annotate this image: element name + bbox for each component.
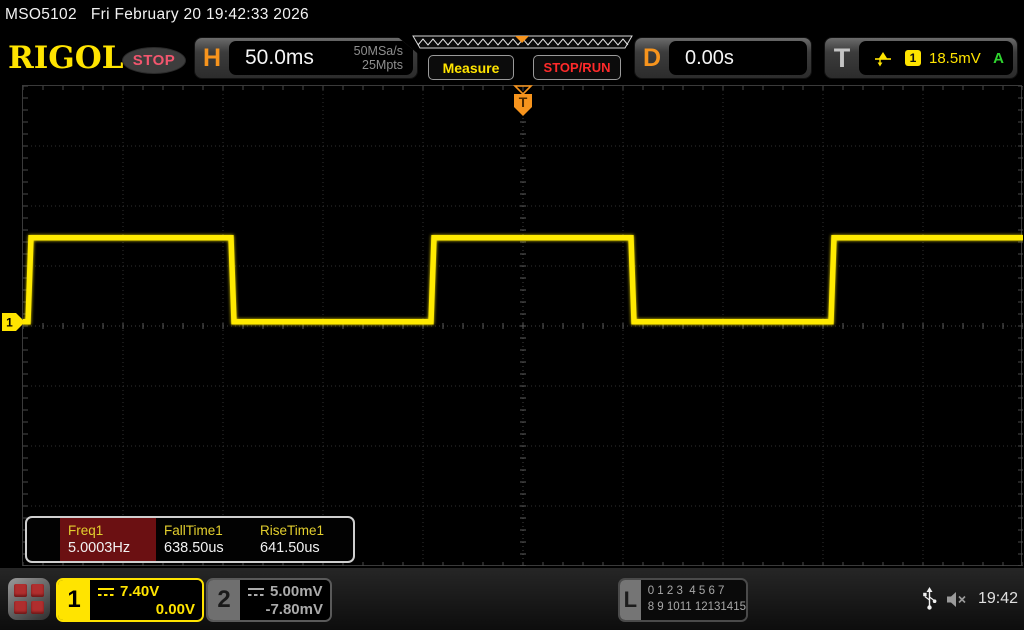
dc-coupling-icon xyxy=(98,587,114,596)
stop-run-button[interactable]: STOP/RUN xyxy=(533,55,621,80)
trigger-mode: A xyxy=(993,49,1004,67)
top-info-bar: MSO5102 Fri February 20 19:42:33 2026 xyxy=(0,0,1024,30)
model-name: MSO5102 xyxy=(5,6,77,23)
bottom-status-bar: 1 7.40V 0.00V 2 5.00mV -7.80mV L 0 1 2 3… xyxy=(0,568,1024,630)
channel1-offset-marker[interactable]: 1 xyxy=(2,313,26,331)
delay-label: D xyxy=(642,43,662,72)
memory-depth: 25Mpts xyxy=(362,58,403,72)
logic-channels-row2: 8 9 1011 12131415 xyxy=(647,600,746,613)
measure-button[interactable]: Measure xyxy=(428,55,514,80)
trigger-label: T xyxy=(833,42,851,73)
measurement-value: 638.50us xyxy=(164,540,224,556)
horizontal-panel[interactable]: H 50.0ms 50MSa/s 25Mpts xyxy=(194,37,418,79)
trigger-position-marker[interactable]: T xyxy=(510,85,538,121)
measurement-label: RiseTime1 xyxy=(260,523,325,538)
acquisition-info: 50MSa/s 25Mpts xyxy=(354,44,403,73)
clock-text: 19:42 xyxy=(977,590,1018,607)
delay-value: 0.00s xyxy=(685,46,734,69)
speaker-muted-icon[interactable] xyxy=(946,591,967,608)
channel1-offset: 0.00V xyxy=(155,601,195,618)
waveform-plot xyxy=(23,86,1023,566)
measurement-value: 5.0003Hz xyxy=(68,540,131,556)
channel2-number: 2 xyxy=(208,580,240,620)
four-squares-icon xyxy=(14,584,44,614)
rigol-logo: RIGOL xyxy=(8,40,124,76)
menu-grid-icon[interactable] xyxy=(8,578,50,620)
horizontal-label: H xyxy=(202,43,222,72)
sample-rate: 50MSa/s xyxy=(353,43,403,58)
svg-text:T: T xyxy=(519,94,528,110)
trigger-panel[interactable]: T 1 18.5mV A xyxy=(824,37,1018,79)
delay-panel[interactable]: D 0.00s xyxy=(634,37,812,79)
measurement-falltime1[interactable]: FallTime1 638.50us xyxy=(156,518,252,561)
channel1-scale: 7.40V xyxy=(120,583,160,600)
record-preview-strip[interactable] xyxy=(412,35,634,50)
measurement-freq1[interactable]: Freq1 5.0003Hz xyxy=(60,518,156,561)
run-state-badge: STOP xyxy=(122,47,186,74)
measurement-label: FallTime1 xyxy=(164,523,223,538)
channel1-badge[interactable]: 1 7.40V 0.00V xyxy=(56,578,204,622)
channel2-badge[interactable]: 2 5.00mV -7.80mV xyxy=(206,578,332,622)
measurement-label: Freq1 xyxy=(68,523,104,538)
measurement-value: 641.50us xyxy=(260,540,320,556)
timebase-value: 50.0ms xyxy=(245,46,314,69)
usb-icon xyxy=(923,587,937,610)
dc-coupling-icon xyxy=(248,587,264,596)
datetime-text: Fri February 20 19:42:33 2026 xyxy=(90,6,309,23)
channel2-offset: -7.80mV xyxy=(265,601,323,618)
svg-text:1: 1 xyxy=(6,316,13,330)
trigger-level-value: 18.5mV xyxy=(929,49,981,67)
waveform-display-area[interactable]: T 1 xyxy=(2,85,1023,566)
measurement-results-box: Freq1 5.0003Hz FallTime1 638.50us RiseTi… xyxy=(25,516,355,563)
oscilloscope-screen: MSO5102 Fri February 20 19:42:33 2026 RI… xyxy=(0,0,1024,630)
logic-channels-row1: 0 1 2 3 4 5 6 7 xyxy=(647,585,725,597)
channel2-scale: 5.00mV xyxy=(270,583,323,600)
falling-edge-trigger-icon xyxy=(875,51,891,66)
trigger-source-badge: 1 xyxy=(905,50,921,66)
logic-channels-badge[interactable]: L 0 1 2 3 4 5 6 7 8 9 1011 12131415 xyxy=(618,578,748,622)
horizontal-values: 50.0ms 50MSa/s 25Mpts xyxy=(229,41,413,75)
logic-label: L xyxy=(620,580,641,620)
channel1-number: 1 xyxy=(58,580,90,620)
measurement-risetime1[interactable]: RiseTime1 641.50us xyxy=(252,518,348,561)
